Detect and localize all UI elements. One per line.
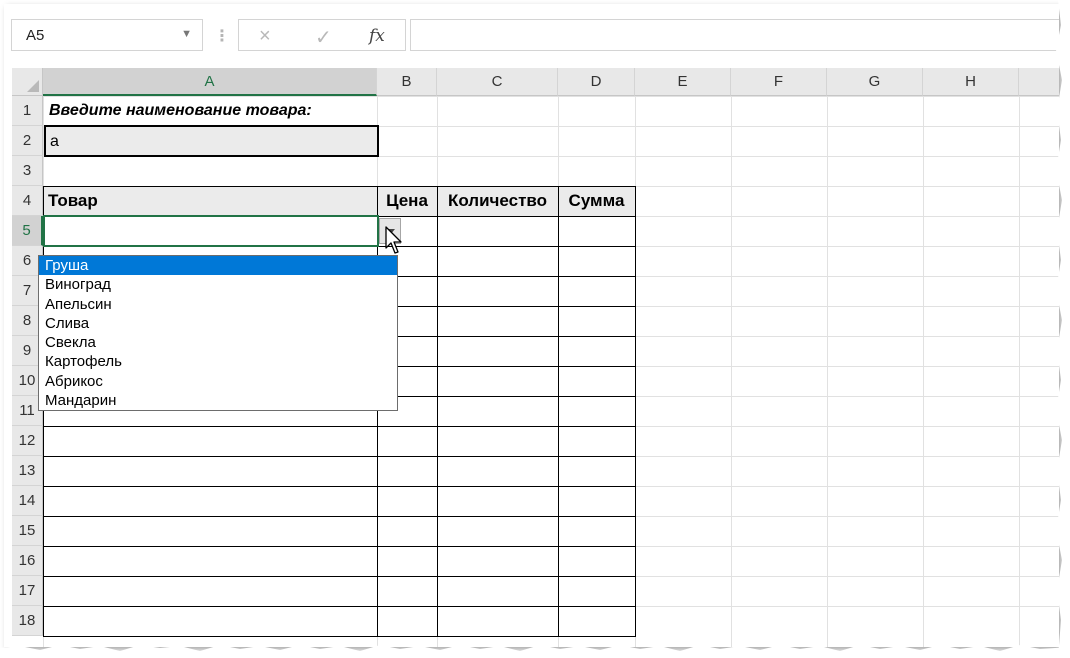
list-item[interactable]: Картофель <box>39 352 397 371</box>
table-border <box>43 486 636 487</box>
column-header-c[interactable]: C <box>437 68 558 96</box>
name-box[interactable]: A5 ▼ <box>11 19 203 51</box>
validation-dropdown-list: Груша Виноград Апельсин Слива Свекла Кар… <box>38 255 398 411</box>
row-header-15[interactable]: 15 <box>12 516 43 546</box>
row-header-4[interactable]: 4 <box>12 186 43 216</box>
fx-icon[interactable]: fx <box>369 26 385 46</box>
header-kolichestvo: Количество <box>447 191 548 210</box>
row-header-14[interactable]: 14 <box>12 486 43 516</box>
gridline <box>731 96 732 647</box>
column-header-e[interactable]: E <box>635 68 731 96</box>
table-border <box>437 186 438 637</box>
list-item[interactable]: Апельсин <box>39 295 397 314</box>
table-border <box>43 576 636 577</box>
grip-icon: ⋮ <box>214 28 230 45</box>
header-tsena: Цена <box>386 191 428 210</box>
active-cell-a5[interactable] <box>43 215 379 247</box>
table-border <box>43 456 636 457</box>
column-header-g[interactable]: G <box>827 68 923 96</box>
name-box-value: A5 <box>26 27 45 44</box>
list-item[interactable]: Виноград <box>39 275 397 294</box>
row-header-1[interactable]: 1 <box>12 96 43 126</box>
torn-edge-bottom <box>0 645 1070 658</box>
list-item[interactable]: Свекла <box>39 333 397 352</box>
column-header-b[interactable]: B <box>377 68 437 96</box>
chevron-down-icon[interactable]: ▼ <box>181 28 192 40</box>
torn-edge-right <box>1056 0 1070 658</box>
formula-bar: A5 ▼ ⋮ × ✓ fx <box>4 4 1059 68</box>
column-header-f[interactable]: F <box>731 68 827 96</box>
gridline <box>827 96 828 647</box>
list-item[interactable]: Слива <box>39 314 397 333</box>
list-item[interactable]: Мандарин <box>39 391 397 410</box>
select-all-corner[interactable] <box>12 68 43 96</box>
gridline <box>923 96 924 647</box>
row-header-16[interactable]: 16 <box>12 546 43 576</box>
table-border <box>43 516 636 517</box>
row-header-5[interactable]: 5 <box>12 216 43 246</box>
header-tovar: Товар <box>48 191 98 210</box>
row-header-12[interactable]: 12 <box>12 426 43 456</box>
cancel-icon[interactable]: × <box>259 25 271 48</box>
row-header-17[interactable]: 17 <box>12 576 43 606</box>
table-border <box>43 606 636 607</box>
table-border <box>43 426 636 427</box>
row-header-13[interactable]: 13 <box>12 456 43 486</box>
mouse-cursor-icon <box>385 226 402 254</box>
row-header-2[interactable]: 2 <box>12 126 43 156</box>
table-border <box>558 186 559 637</box>
column-header-h[interactable]: H <box>923 68 1019 96</box>
cell-a2-input[interactable]: а <box>44 125 379 157</box>
formula-input[interactable] <box>410 19 1059 51</box>
enter-icon[interactable]: ✓ <box>315 25 332 50</box>
table-border <box>43 186 44 637</box>
row-header-3[interactable]: 3 <box>12 156 43 186</box>
header-summa: Сумма <box>568 191 625 210</box>
column-header-a[interactable]: A <box>43 68 377 96</box>
formula-buttons: × ✓ fx <box>238 19 406 51</box>
gridline <box>1019 96 1020 647</box>
table-border <box>377 186 378 637</box>
column-header-d[interactable]: D <box>558 68 635 96</box>
table-border <box>635 186 636 637</box>
excel-window: A5 ▼ ⋮ × ✓ fx A B C D E F G H 1 2 3 4 5 … <box>4 4 1059 647</box>
table-border <box>43 546 636 547</box>
cell-a1[interactable]: Введите наименование товара: <box>45 96 379 126</box>
list-item-selected[interactable]: Груша <box>39 256 397 276</box>
list-item[interactable]: Абрикос <box>39 372 397 391</box>
